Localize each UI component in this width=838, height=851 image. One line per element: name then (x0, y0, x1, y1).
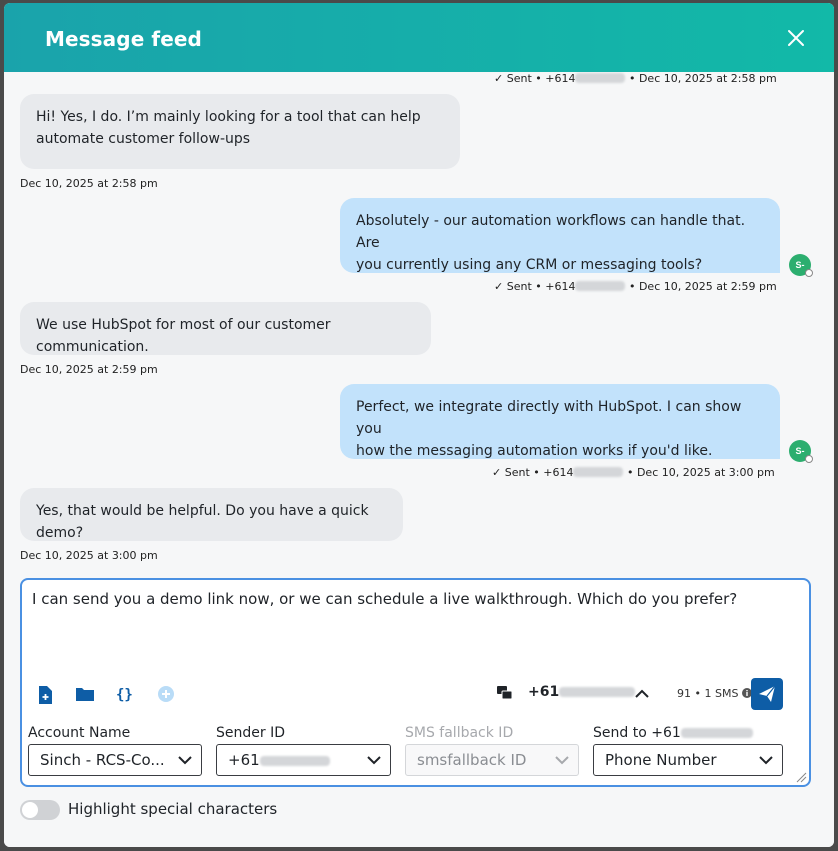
modal-header: Message feed (4, 3, 834, 72)
chevron-up-icon[interactable] (632, 684, 652, 704)
avatar: S- (789, 440, 813, 463)
message-feed[interactable]: ✓ Sent • +614 • Dec 10, 2025 at 2:58 pm … (4, 72, 834, 578)
redacted-number (680, 728, 753, 738)
redacted-number (259, 756, 330, 766)
message-meta: ✓ Sent • +614 • Dec 10, 2025 at 3:00 pm (492, 466, 775, 479)
toggle-knob (22, 802, 38, 818)
conversation-icon[interactable] (496, 684, 516, 704)
message-timestamp: Dec 10, 2025 at 2:58 pm (20, 177, 158, 190)
inbound-message: Yes, that would be helpful. Do you have … (20, 488, 403, 541)
add-file-icon[interactable] (36, 685, 56, 705)
recipient-number: +61 (528, 684, 636, 700)
message-feed-modal: Message feed ✓ Sent • +614 • Dec 10, 202… (4, 3, 834, 847)
check-icon: ✓ (494, 72, 504, 85)
chevron-down-icon (178, 756, 192, 765)
check-icon: ✓ (492, 466, 502, 479)
redacted-number (575, 73, 626, 83)
send-button[interactable] (751, 678, 783, 710)
account-name-label: Account Name (28, 725, 131, 741)
outbound-message: Perfect, we integrate directly with HubS… (340, 384, 780, 459)
check-icon: ✓ (494, 280, 504, 293)
message-meta: ✓ Sent • +614 • Dec 10, 2025 at 2:58 pm (494, 72, 777, 85)
chevron-down-icon (367, 756, 381, 765)
svg-text:{}: {} (116, 687, 133, 703)
highlight-label: Highlight special characters (68, 800, 278, 818)
sms-fallback-label: SMS fallback ID (405, 725, 514, 741)
inbound-message: Hi! Yes, I do. I’m mainly looking for a … (20, 94, 460, 169)
sms-fallback-select: smsfallback ID (405, 744, 579, 776)
chevron-down-icon (759, 756, 773, 765)
send-to-select[interactable]: Phone Number (593, 744, 783, 776)
highlight-toggle[interactable] (20, 800, 60, 820)
modal-title: Message feed (45, 27, 202, 51)
account-name-select[interactable]: Sinch - RCS-Co... (28, 744, 202, 776)
message-input[interactable]: I can send you a demo link now, or we ca… (32, 590, 737, 608)
sms-counter: 91 • 1 SMS (677, 687, 752, 700)
add-circle-icon[interactable] (156, 684, 176, 704)
redacted-number (575, 281, 626, 291)
outbound-message: Absolutely - our automation workflows ca… (340, 198, 780, 273)
chevron-down-icon (555, 756, 569, 765)
send-icon (759, 685, 776, 702)
folder-icon[interactable] (75, 685, 95, 705)
variables-icon[interactable]: {} (115, 684, 135, 704)
message-composer[interactable]: I can send you a demo link now, or we ca… (20, 578, 811, 787)
resize-handle-icon[interactable] (795, 770, 807, 783)
close-icon[interactable] (784, 26, 808, 50)
sender-id-select[interactable]: +61 (216, 744, 391, 776)
message-timestamp: Dec 10, 2025 at 2:59 pm (20, 363, 158, 376)
inbound-message: We use HubSpot for most of our customer … (20, 302, 431, 355)
send-to-label: Send to +61 (593, 725, 753, 741)
sender-id-label: Sender ID (216, 725, 285, 741)
redacted-number (559, 687, 636, 697)
message-timestamp: Dec 10, 2025 at 3:00 pm (20, 549, 158, 562)
message-meta: ✓ Sent • +614 • Dec 10, 2025 at 2:59 pm (494, 280, 777, 293)
avatar: S- (789, 254, 813, 277)
redacted-number (573, 467, 624, 477)
